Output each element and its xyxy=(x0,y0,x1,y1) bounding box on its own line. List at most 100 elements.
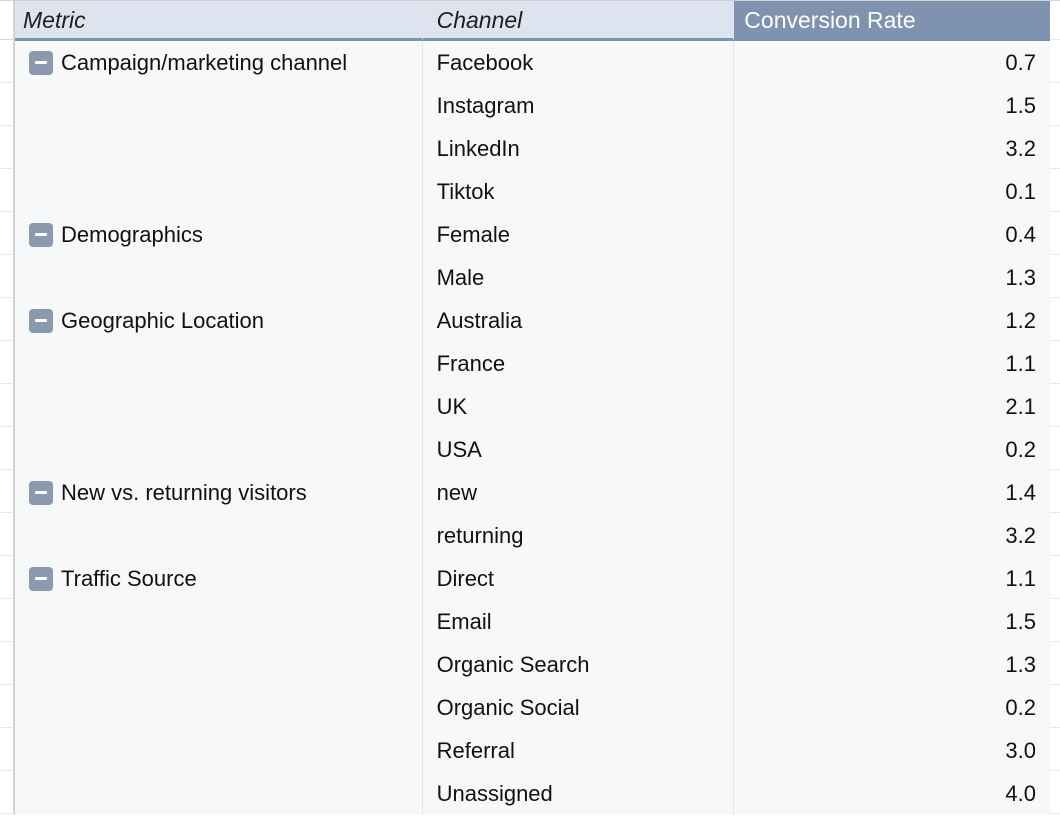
sheet-cell-fragment[interactable] xyxy=(0,556,14,599)
sheet-cell-fragment[interactable] xyxy=(0,771,14,814)
metric-cell[interactable] xyxy=(15,643,423,686)
sheet-cell-fragment[interactable] xyxy=(0,642,14,685)
table-row[interactable]: Campaign/marketing channelFacebook0.7 xyxy=(15,41,1050,84)
sheet-cell-fragment[interactable] xyxy=(1050,685,1060,728)
sheet-cell-fragment[interactable] xyxy=(1050,384,1060,427)
sheet-cell-fragment[interactable] xyxy=(1050,599,1060,642)
table-row[interactable]: Email1.5 xyxy=(15,600,1050,643)
sheet-cell-fragment[interactable] xyxy=(0,298,14,341)
collapse-icon[interactable] xyxy=(29,51,53,75)
collapse-icon[interactable] xyxy=(29,223,53,247)
table-row[interactable]: Geographic LocationAustralia1.2 xyxy=(15,299,1050,342)
sheet-cell-fragment[interactable] xyxy=(0,212,14,255)
rate-cell[interactable]: 1.3 xyxy=(734,256,1050,299)
table-row[interactable]: returning3.2 xyxy=(15,514,1050,557)
collapse-icon[interactable] xyxy=(29,309,53,333)
sheet-cell-fragment[interactable] xyxy=(1050,298,1060,341)
table-row[interactable]: Unassigned4.0 xyxy=(15,772,1050,815)
channel-cell[interactable]: Tiktok xyxy=(423,170,735,213)
rate-cell[interactable]: 1.1 xyxy=(734,557,1050,600)
header-metric[interactable]: Metric xyxy=(15,1,423,41)
channel-cell[interactable]: France xyxy=(423,342,735,385)
sheet-cell-fragment[interactable] xyxy=(0,0,14,40)
sheet-cell-fragment[interactable] xyxy=(0,685,14,728)
metric-cell[interactable] xyxy=(15,385,423,428)
metric-cell[interactable]: New vs. returning visitors xyxy=(15,471,423,514)
table-row[interactable]: LinkedIn3.2 xyxy=(15,127,1050,170)
sheet-cell-fragment[interactable] xyxy=(1050,40,1060,83)
rate-cell[interactable]: 3.2 xyxy=(734,514,1050,557)
rate-cell[interactable]: 1.3 xyxy=(734,643,1050,686)
channel-cell[interactable]: Australia xyxy=(423,299,735,342)
channel-cell[interactable]: Email xyxy=(423,600,735,643)
sheet-cell-fragment[interactable] xyxy=(0,427,14,470)
metric-cell[interactable]: Campaign/marketing channel xyxy=(15,41,423,84)
sheet-cell-fragment[interactable] xyxy=(0,470,14,513)
channel-cell[interactable]: returning xyxy=(423,514,735,557)
rate-cell[interactable]: 1.1 xyxy=(734,342,1050,385)
sheet-cell-fragment[interactable] xyxy=(0,83,14,126)
rate-cell[interactable]: 1.5 xyxy=(734,600,1050,643)
channel-cell[interactable]: Organic Social xyxy=(423,686,735,729)
sheet-cell-fragment[interactable] xyxy=(1050,513,1060,556)
rate-cell[interactable]: 3.2 xyxy=(734,127,1050,170)
channel-cell[interactable]: new xyxy=(423,471,735,514)
table-row[interactable]: UK2.1 xyxy=(15,385,1050,428)
sheet-cell-fragment[interactable] xyxy=(1050,83,1060,126)
sheet-cell-fragment[interactable] xyxy=(1050,169,1060,212)
table-row[interactable]: DemographicsFemale0.4 xyxy=(15,213,1050,256)
table-row[interactable]: USA0.2 xyxy=(15,428,1050,471)
metric-cell[interactable] xyxy=(15,428,423,471)
sheet-cell-fragment[interactable] xyxy=(0,513,14,556)
sheet-cell-fragment[interactable] xyxy=(1050,341,1060,384)
metric-cell[interactable] xyxy=(15,342,423,385)
metric-cell[interactable] xyxy=(15,686,423,729)
channel-cell[interactable]: Organic Search xyxy=(423,643,735,686)
sheet-cell-fragment[interactable] xyxy=(1050,212,1060,255)
sheet-cell-fragment[interactable] xyxy=(0,728,14,771)
sheet-cell-fragment[interactable] xyxy=(0,255,14,298)
rate-cell[interactable]: 3.0 xyxy=(734,729,1050,772)
rate-cell[interactable]: 0.2 xyxy=(734,686,1050,729)
sheet-cell-fragment[interactable] xyxy=(0,599,14,642)
sheet-cell-fragment[interactable] xyxy=(1050,427,1060,470)
rate-cell[interactable]: 2.1 xyxy=(734,385,1050,428)
sheet-cell-fragment[interactable] xyxy=(1050,728,1060,771)
metric-cell[interactable]: Demographics xyxy=(15,213,423,256)
table-row[interactable]: Male1.3 xyxy=(15,256,1050,299)
table-row[interactable]: France1.1 xyxy=(15,342,1050,385)
channel-cell[interactable]: USA xyxy=(423,428,735,471)
metric-cell[interactable] xyxy=(15,729,423,772)
channel-cell[interactable]: Instagram xyxy=(423,84,735,127)
sheet-cell-fragment[interactable] xyxy=(0,126,14,169)
sheet-cell-fragment[interactable] xyxy=(0,169,14,212)
sheet-cell-fragment[interactable] xyxy=(1050,126,1060,169)
rate-cell[interactable]: 0.7 xyxy=(734,41,1050,84)
collapse-icon[interactable] xyxy=(29,567,53,591)
channel-cell[interactable]: Facebook xyxy=(423,41,735,84)
table-row[interactable]: Organic Social0.2 xyxy=(15,686,1050,729)
channel-cell[interactable]: Direct xyxy=(423,557,735,600)
header-rate[interactable]: Conversion Rate xyxy=(734,1,1050,41)
metric-cell[interactable] xyxy=(15,170,423,213)
sheet-cell-fragment[interactable] xyxy=(0,40,14,83)
sheet-cell-fragment[interactable] xyxy=(1050,642,1060,685)
sheet-cell-fragment[interactable] xyxy=(1050,470,1060,513)
channel-cell[interactable]: LinkedIn xyxy=(423,127,735,170)
metric-cell[interactable] xyxy=(15,84,423,127)
header-channel[interactable]: Channel xyxy=(423,1,735,41)
table-row[interactable]: Organic Search1.3 xyxy=(15,643,1050,686)
metric-cell[interactable] xyxy=(15,127,423,170)
rate-cell[interactable]: 1.4 xyxy=(734,471,1050,514)
channel-cell[interactable]: Male xyxy=(423,256,735,299)
rate-cell[interactable]: 4.0 xyxy=(734,772,1050,815)
table-row[interactable]: Traffic SourceDirect1.1 xyxy=(15,557,1050,600)
rate-cell[interactable]: 1.2 xyxy=(734,299,1050,342)
metric-cell[interactable]: Geographic Location xyxy=(15,299,423,342)
channel-cell[interactable]: Referral xyxy=(423,729,735,772)
sheet-cell-fragment[interactable] xyxy=(1050,771,1060,814)
rate-cell[interactable]: 0.1 xyxy=(734,170,1050,213)
metric-cell[interactable] xyxy=(15,600,423,643)
sheet-cell-fragment[interactable] xyxy=(1050,556,1060,599)
channel-cell[interactable]: Unassigned xyxy=(423,772,735,815)
